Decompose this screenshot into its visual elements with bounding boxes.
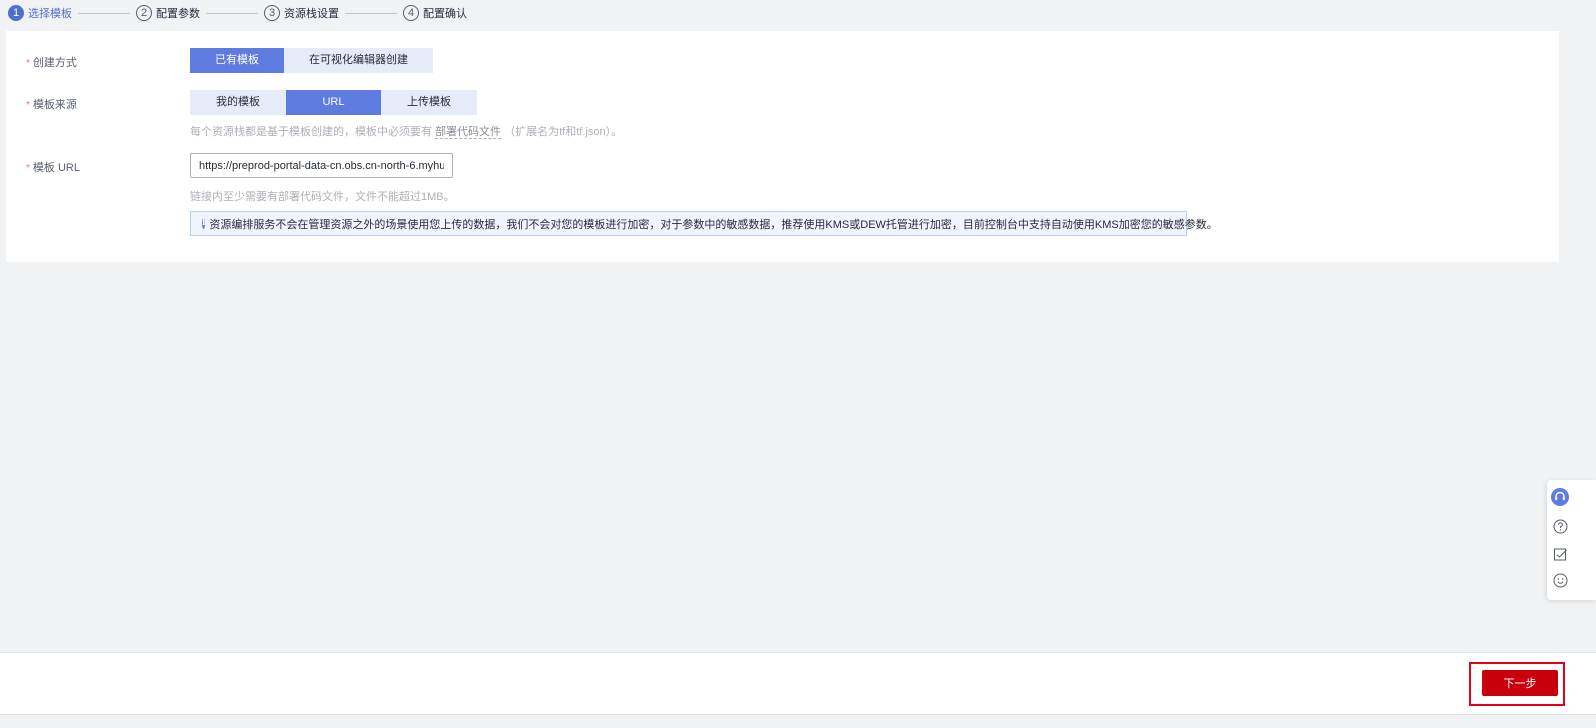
- template-url-hint: 链接内至少需要有部署代码文件，文件不能超过1MB。: [190, 191, 455, 203]
- my-templates-option[interactable]: 我的模板: [190, 90, 286, 115]
- step-confirm[interactable]: 4 配置确认: [403, 5, 467, 21]
- wizard-footer: [0, 652, 1596, 714]
- creation-method-toggle: 已有模板 在可视化编辑器创建: [190, 48, 433, 73]
- step-connector: [206, 12, 258, 14]
- step-stack-settings[interactable]: 3 资源栈设置: [264, 5, 339, 21]
- floating-help-toolbar: [1547, 480, 1596, 600]
- next-step-button[interactable]: 下一步: [1482, 670, 1558, 696]
- feedback-edit-icon[interactable]: [1551, 545, 1569, 563]
- required-mark: *: [26, 58, 30, 69]
- headset-icon[interactable]: [1551, 488, 1569, 506]
- step-label: 配置参数: [156, 8, 200, 20]
- step-number: 1: [8, 5, 24, 21]
- step-select-template[interactable]: 1 选择模板: [8, 5, 72, 21]
- required-mark: *: [26, 100, 30, 111]
- help-circle-icon[interactable]: [1551, 517, 1569, 535]
- step-number: 4: [403, 5, 419, 21]
- security-info-notice: i 资源编排服务不会在管理资源之外的场景使用您上传的数据，我们不会对您的模板进行…: [190, 211, 1218, 236]
- step-connector: [345, 12, 397, 14]
- step-number: 2: [136, 5, 152, 21]
- required-mark: *: [26, 163, 30, 174]
- template-source-hint: 每个资源栈都是基于模板创建的，模板中必须要有 部署代码文件 （扩展名为tf和tf…: [190, 126, 623, 139]
- step-label: 配置确认: [423, 8, 467, 20]
- template-url-label: * 模板 URL: [26, 162, 80, 174]
- step-config-params[interactable]: 2 配置参数: [136, 5, 200, 21]
- existing-template-option[interactable]: 已有模板: [190, 48, 284, 73]
- step-connector: [78, 12, 130, 14]
- footer-bottom-strip: [0, 714, 1596, 728]
- smile-icon[interactable]: [1551, 571, 1569, 589]
- upload-template-option[interactable]: 上传模板: [381, 90, 477, 115]
- visual-editor-option[interactable]: 在可视化编辑器创建: [284, 48, 433, 73]
- info-notice-text: 资源编排服务不会在管理资源之外的场景使用您上传的数据，我们不会对您的模板进行加密…: [209, 218, 1218, 231]
- template-source-toggle: 我的模板 URL 上传模板: [190, 90, 477, 115]
- info-icon: i: [202, 218, 206, 229]
- url-option[interactable]: URL: [286, 90, 381, 115]
- step-label: 资源栈设置: [284, 8, 339, 20]
- step-label: 选择模板: [28, 8, 72, 20]
- template-source-label: * 模板来源: [26, 99, 77, 111]
- template-form-card: * 创建方式 已有模板 在可视化编辑器创建 * 模板来源 我的模板 URL 上传模板…: [6, 31, 1559, 262]
- step-number: 3: [264, 5, 280, 21]
- creation-method-label: * 创建方式: [26, 57, 77, 69]
- template-url-input[interactable]: [190, 153, 453, 178]
- deploy-code-file-link[interactable]: 部署代码文件: [435, 126, 502, 139]
- wizard-stepper: 1 选择模板 2 配置参数 3 资源栈设置 4 配置确认: [8, 3, 467, 23]
